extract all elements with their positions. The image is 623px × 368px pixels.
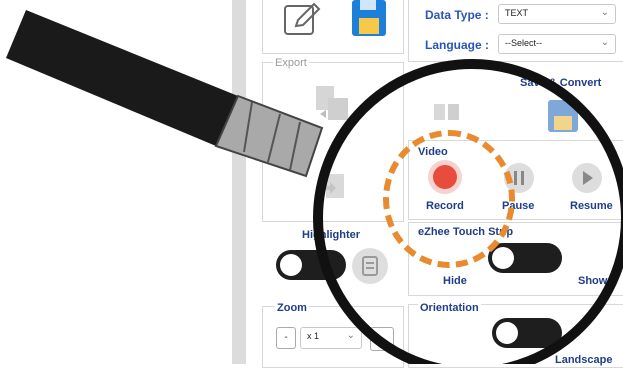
magnifier-lens-rim	[313, 59, 623, 364]
magnifier-overlay	[6, 10, 623, 364]
magnifier-handle	[6, 10, 324, 178]
